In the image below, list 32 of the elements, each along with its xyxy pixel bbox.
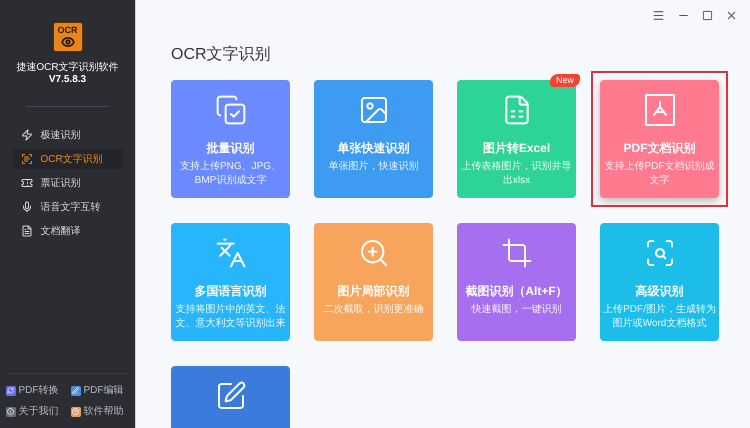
card-description: 快速截图，一键识别	[472, 303, 562, 317]
card-description: 支持将图片中的英文、法文、意大利文等识别出来	[174, 303, 286, 331]
new-badge: New	[550, 74, 580, 87]
feature-card[interactable]: 批量识别 支持上传PNG、JPG、BMP识别成文字	[171, 80, 290, 198]
footer-link[interactable]: 关于我们	[6, 404, 64, 419]
sidebar-item[interactable]: 票证识别	[12, 173, 122, 193]
card-title: 高级识别	[636, 284, 684, 299]
card-title: 批量识别	[206, 141, 254, 156]
card-description: 二次截取，识别更准确	[324, 303, 424, 317]
sidebar-item[interactable]: 文档翻译	[12, 221, 122, 241]
sidebar-item[interactable]: 极速识别	[12, 125, 122, 145]
card-description: 支持上传PDF文档识别成文字	[604, 160, 716, 188]
footer-link[interactable]: 软件帮助	[70, 404, 130, 419]
card-title: 截图识别（Alt+F）	[465, 284, 568, 299]
feature-card[interactable]: 截图识别（Alt+F） 快速截图，一键识别	[457, 223, 576, 341]
footer-link[interactable]: PDF编辑	[70, 383, 130, 398]
card-title: 多国语言识别	[194, 284, 266, 299]
footer-link[interactable]: PDF转换	[6, 383, 64, 398]
app-name: 捷速OCR文字识别软件	[16, 62, 119, 74]
card-description: 上传表格图片，识别并导出xlsx	[460, 160, 572, 188]
sidebar-item[interactable]: OCR文字识别	[12, 149, 122, 169]
card-title: 单张快速识别	[338, 141, 410, 156]
card-title: PDF文档识别	[624, 141, 696, 156]
logo-text: OCR	[58, 26, 78, 34]
sidebar-item[interactable]: 语音文字互转	[12, 197, 122, 217]
card-title: 图片局部识别	[338, 284, 410, 299]
card-title: 图片转Excel	[482, 141, 550, 156]
card-description: 支持上传PNG、JPG、BMP识别成文字	[178, 160, 282, 188]
card-description: 单张图片，快速识别	[328, 160, 418, 174]
page-title: OCR文字识别	[171, 45, 272, 65]
card-description: 上传PDF/图片，生成转为图片或Word文档格式	[602, 303, 717, 331]
app-version: V7.5.8.3	[48, 74, 86, 86]
